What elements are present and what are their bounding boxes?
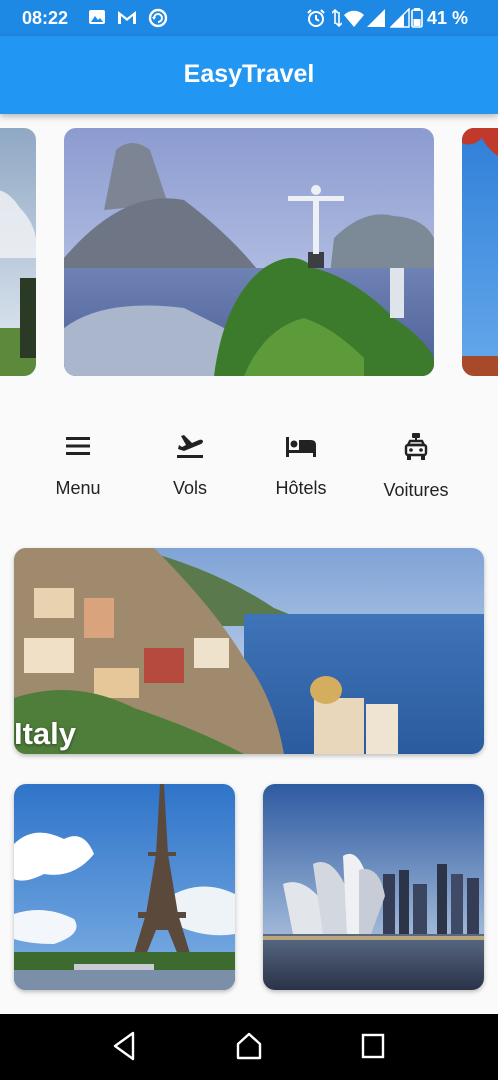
image-icon (88, 8, 106, 31)
system-navigation-bar (0, 1014, 498, 1080)
sync-icon (148, 8, 168, 33)
bed-icon (246, 432, 356, 460)
category-flights-label: Vols (172, 478, 208, 498)
app-bar: EasyTravel (0, 36, 498, 114)
destination-card-italy[interactable]: Italy (14, 548, 484, 754)
signal-icon (389, 7, 410, 33)
back-icon[interactable] (111, 1031, 137, 1066)
category-flights[interactable]: Vols (135, 432, 245, 499)
gmail-icon (116, 8, 138, 31)
wifi-icon (343, 8, 365, 33)
battery-icon (411, 8, 423, 33)
menu-icon (23, 432, 133, 460)
flight-departure-icon (135, 432, 245, 460)
category-hotels-label: Hôtels (275, 478, 327, 498)
category-hotels[interactable]: Hôtels (246, 432, 356, 499)
home-icon[interactable] (235, 1031, 263, 1066)
category-menu[interactable]: Menu (23, 432, 133, 499)
carousel-image-previous[interactable] (0, 128, 36, 376)
signal-icon (366, 8, 386, 33)
battery-percentage: 41 % (426, 8, 468, 28)
destination-card-singapore[interactable] (263, 784, 484, 990)
category-cars[interactable]: Voitures (361, 432, 471, 501)
alarm-icon (306, 8, 326, 33)
destination-card-paris[interactable] (14, 784, 235, 990)
status-bar: 08:22 41 % (0, 0, 498, 36)
category-menu-label: Menu (55, 478, 101, 498)
carousel-image-next[interactable] (462, 128, 498, 376)
destination-label-italy: Italy (14, 716, 77, 751)
data-arrows-icon (331, 8, 343, 33)
app-title: EasyTravel (183, 60, 315, 88)
carousel-image-rio[interactable] (64, 128, 434, 376)
recents-icon[interactable] (360, 1031, 386, 1066)
status-time: 08:22 (22, 8, 69, 28)
category-cars-label: Voitures (383, 480, 449, 500)
car-icon (361, 432, 471, 462)
